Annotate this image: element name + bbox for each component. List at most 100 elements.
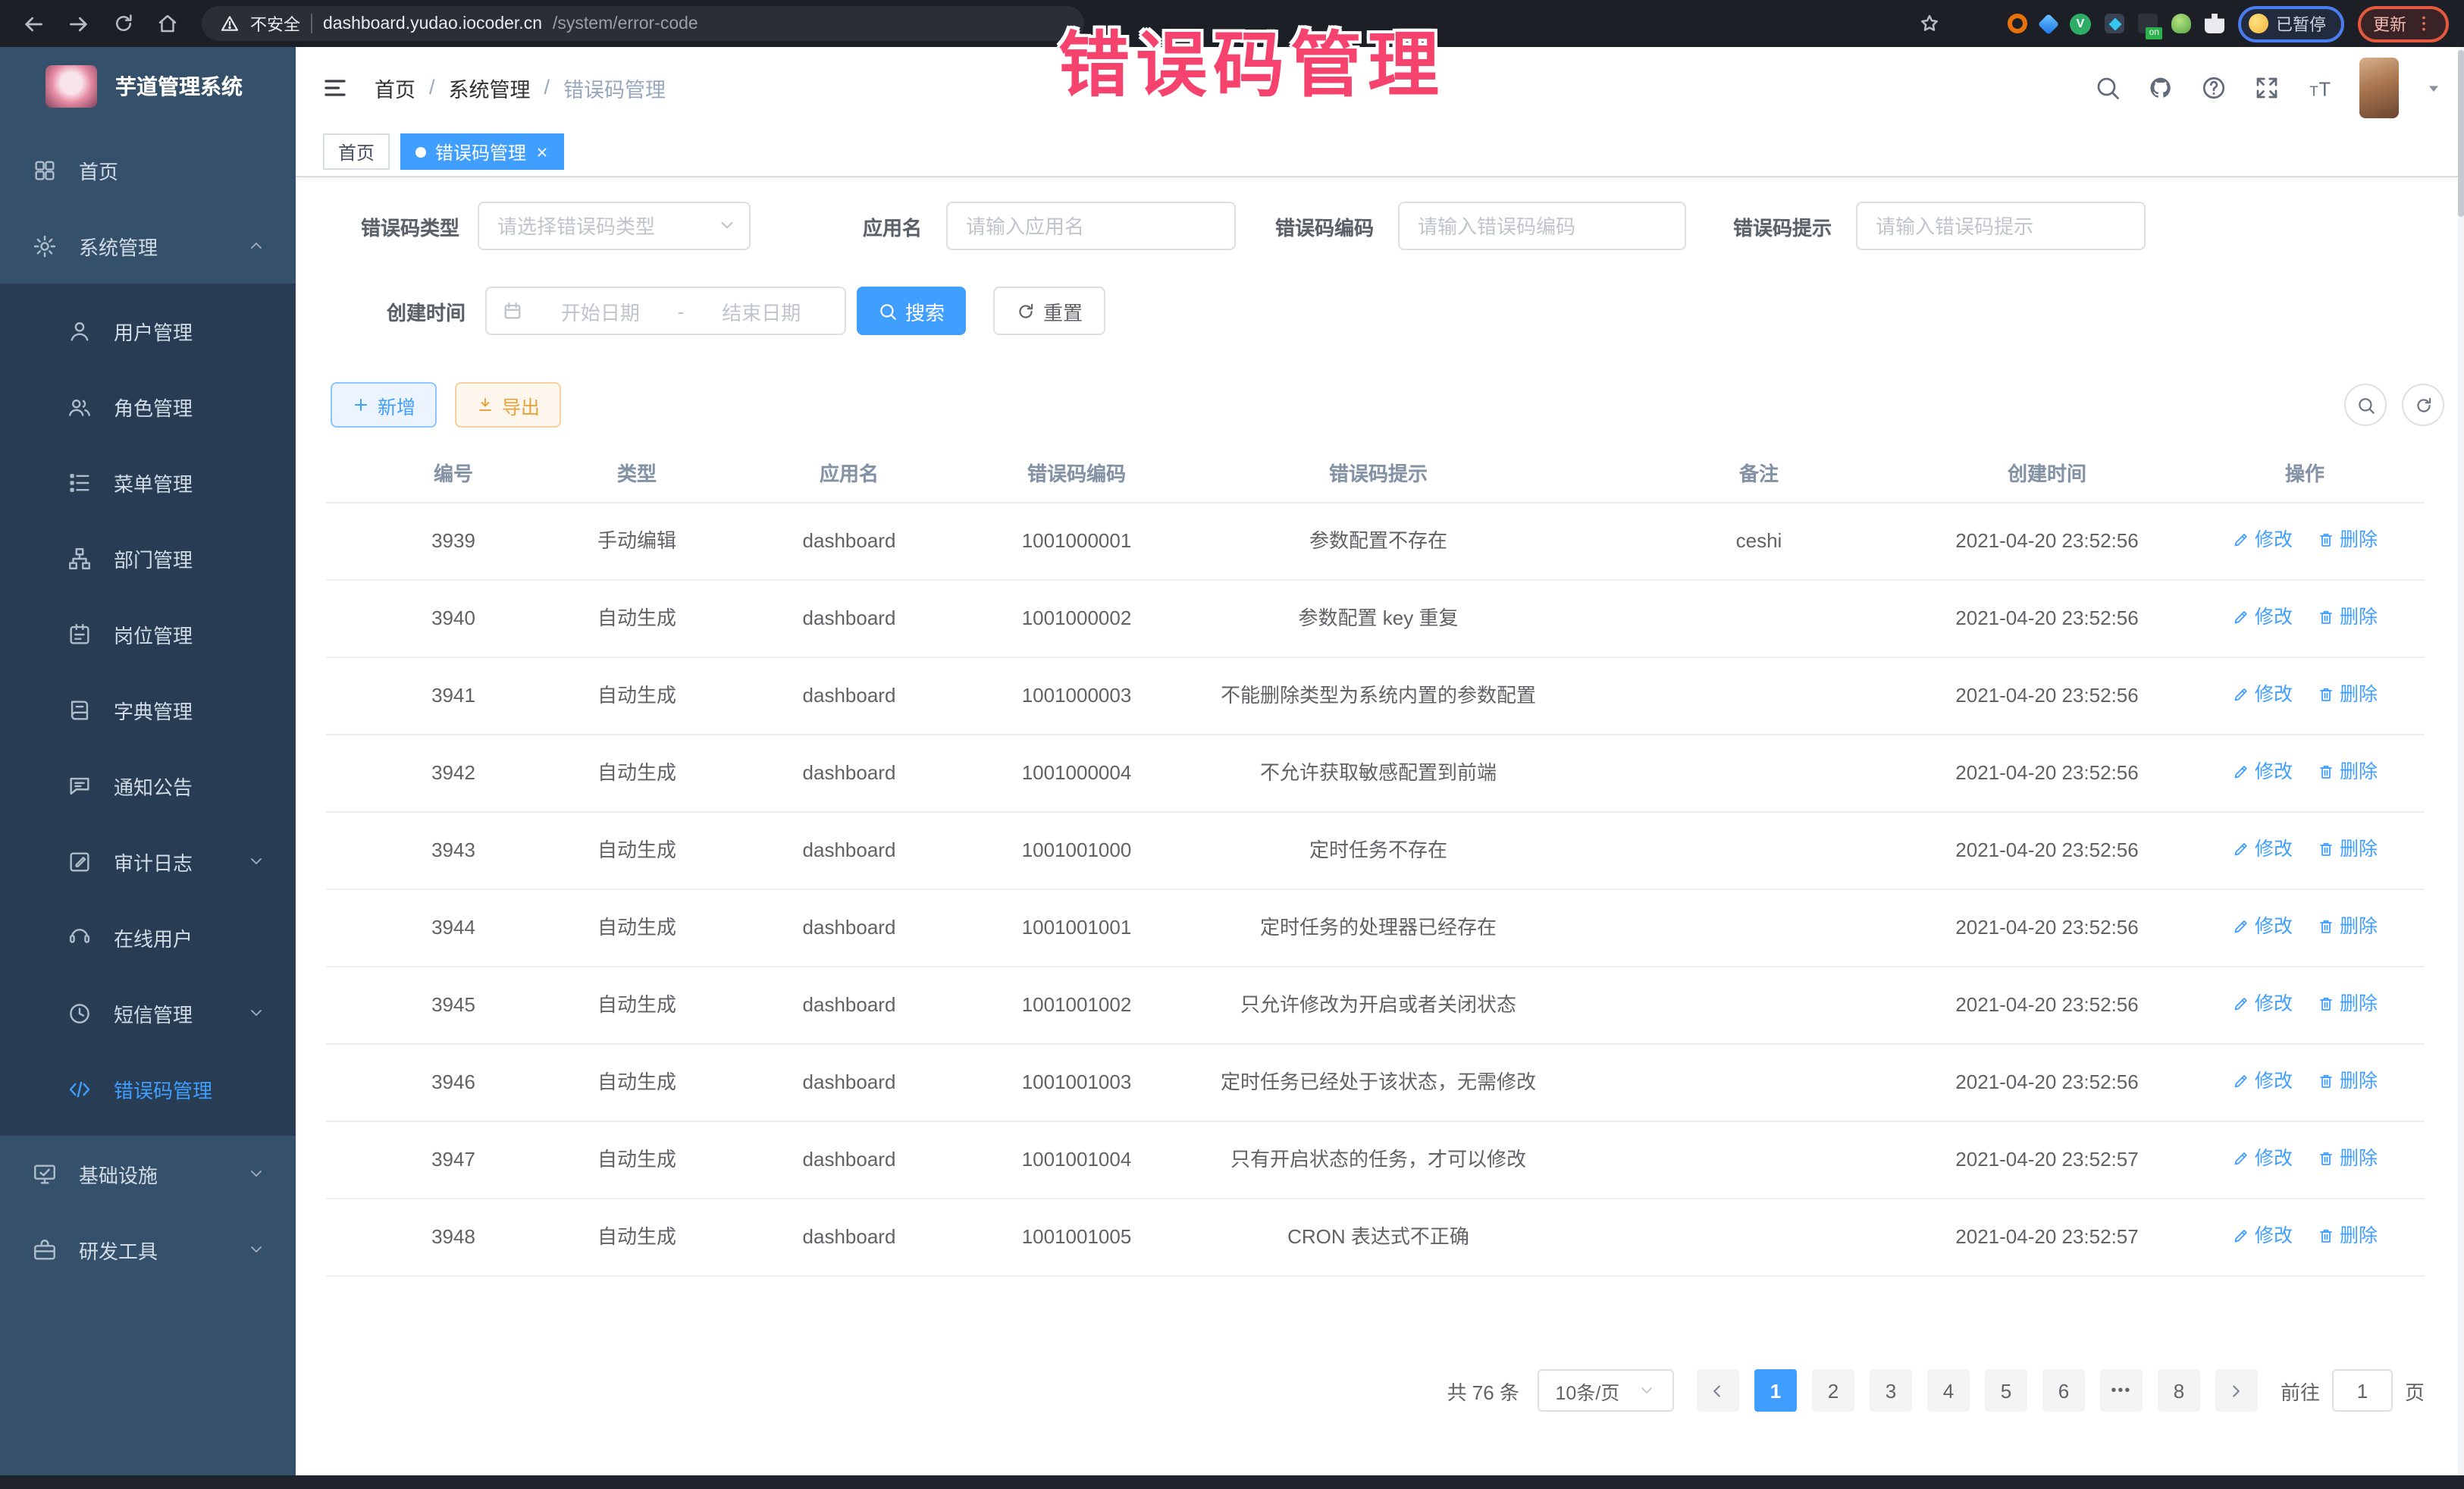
back-icon[interactable] (21, 11, 45, 36)
edit-link[interactable]: 修改 (2232, 986, 2293, 1020)
edit-link[interactable]: 修改 (2232, 909, 2293, 942)
edit-link[interactable]: 修改 (2232, 1141, 2293, 1174)
extension-grid-icon[interactable] (2105, 14, 2124, 33)
delete-link[interactable]: 删除 (2317, 1218, 2378, 1252)
extension-green-icon[interactable] (2171, 14, 2191, 33)
show-search-button[interactable] (2344, 384, 2387, 426)
question-icon[interactable] (2200, 74, 2227, 101)
cell-msg: 定时任务已经处于该状态，无需修改 (1148, 1043, 1609, 1121)
breadcrumb-item[interactable]: 系统管理 (449, 72, 531, 102)
search-button[interactable]: 搜索 (857, 287, 966, 335)
delete-link[interactable]: 删除 (2317, 1064, 2378, 1097)
page-button-5[interactable]: 5 (1985, 1369, 2027, 1412)
filter-code-input[interactable] (1398, 202, 1686, 250)
page-button-8[interactable]: 8 (2158, 1369, 2200, 1412)
edit-link[interactable]: 修改 (2232, 677, 2293, 710)
delete-link[interactable]: 删除 (2317, 832, 2378, 865)
delete-link[interactable]: 删除 (2317, 754, 2378, 788)
edit-link[interactable]: 修改 (2232, 522, 2293, 556)
edit-link[interactable]: 修改 (2232, 600, 2293, 633)
reset-button[interactable]: 重置 (993, 287, 1105, 335)
sidebar-item-角色管理[interactable]: 角色管理 (0, 368, 296, 444)
sidebar-item-字典管理[interactable]: 字典管理 (0, 672, 296, 748)
delete-link[interactable]: 删除 (2317, 522, 2378, 556)
github-icon[interactable] (2147, 74, 2174, 101)
extension-on-badge-icon[interactable] (2138, 14, 2158, 33)
sidebar-item-错误码管理[interactable]: 错误码管理 (0, 1051, 296, 1127)
filter-type-select[interactable] (478, 202, 751, 250)
edit-link[interactable]: 修改 (2232, 1064, 2293, 1097)
search-icon[interactable] (2094, 74, 2121, 101)
add-button[interactable]: 新增 (331, 382, 437, 428)
sidebar-item-基础设施[interactable]: 基础设施 (0, 1136, 296, 1212)
export-button[interactable]: 导出 (455, 382, 561, 428)
bookmark-star-icon[interactable] (1918, 12, 1941, 35)
browser-menu-dots-icon[interactable] (2414, 14, 2434, 33)
sidebar-item-系统管理[interactable]: 系统管理 (0, 208, 296, 284)
page-button-3[interactable]: 3 (1870, 1369, 1912, 1412)
app-logo[interactable]: 芋道管理系统 (0, 47, 296, 126)
tab-close-icon[interactable] (535, 145, 549, 158)
window-scrollbar-thumb[interactable] (2458, 50, 2464, 217)
breadcrumb-item: 错误码管理 (563, 72, 666, 102)
hamburger-icon[interactable] (321, 74, 349, 101)
date-start-placeholder[interactable]: 开始日期 (532, 296, 669, 325)
browser-home-icon[interactable] (156, 12, 179, 35)
delete-link[interactable]: 删除 (2317, 677, 2378, 710)
delete-link[interactable]: 删除 (2317, 1141, 2378, 1174)
avatar-caret-down-icon[interactable] (2425, 78, 2443, 96)
profile-paused-pill[interactable]: 已暂停 (2238, 5, 2344, 42)
filter-app-input[interactable] (946, 202, 1236, 250)
sidebar-item-在线用户[interactable]: 在线用户 (0, 899, 296, 975)
forward-icon[interactable] (67, 11, 91, 36)
filter-type-input[interactable] (478, 202, 751, 250)
sidebar-item-岗位管理[interactable]: 岗位管理 (0, 596, 296, 672)
edit-link[interactable]: 修改 (2232, 832, 2293, 865)
extension-orange-icon[interactable] (2008, 14, 2027, 33)
browser-update-button[interactable]: 更新 (2358, 5, 2449, 42)
tab-错误码管理[interactable]: 错误码管理 (400, 133, 564, 170)
trash-icon (2317, 1071, 2335, 1089)
sidebar-item-首页[interactable]: 首页 (0, 132, 296, 208)
sidebar-item-审计日志[interactable]: 审计日志 (0, 823, 296, 899)
page-button-4[interactable]: 4 (1927, 1369, 1970, 1412)
sidebar-item-部门管理[interactable]: 部门管理 (0, 520, 296, 596)
page-size-select[interactable]: 10条/页 (1538, 1369, 1674, 1412)
window-scrollbar[interactable] (2458, 47, 2464, 1489)
page-button-1[interactable]: 1 (1754, 1369, 1797, 1412)
page-ellipsis[interactable]: ••• (2100, 1369, 2143, 1412)
fullscreen-icon[interactable] (2253, 74, 2281, 101)
reload-icon[interactable] (112, 12, 135, 35)
sidebar-item-短信管理[interactable]: 短信管理 (0, 975, 296, 1051)
cell-id: 3940 (326, 579, 581, 657)
edit-link[interactable]: 修改 (2232, 1218, 2293, 1252)
sidebar-item-用户管理[interactable]: 用户管理 (0, 293, 296, 368)
extension-vue-devtools-icon[interactable]: V (2070, 13, 2091, 34)
address-bar[interactable]: 不安全 dashboard.yudao.iocoder.cn/system/er… (202, 6, 1084, 41)
user-avatar[interactable] (2359, 57, 2399, 118)
edit-link[interactable]: 修改 (2232, 754, 2293, 788)
tab-首页[interactable]: 首页 (323, 133, 390, 170)
filter-msg-input[interactable] (1856, 202, 2146, 250)
table-row: 3943自动生成dashboard1001001000定时任务不存在2021-0… (326, 811, 2425, 889)
page-button-6[interactable]: 6 (2042, 1369, 2085, 1412)
date-range-picker[interactable]: 开始日期 - 结束日期 (485, 287, 846, 335)
font-size-icon[interactable]: TT (2306, 74, 2334, 101)
refresh-table-button[interactable] (2402, 384, 2444, 426)
next-page-button[interactable] (2215, 1369, 2258, 1412)
sidebar-item-通知公告[interactable]: 通知公告 (0, 748, 296, 823)
date-end-placeholder[interactable]: 结束日期 (693, 296, 829, 325)
extensions-puzzle-icon[interactable] (2205, 14, 2224, 33)
prev-page-button[interactable] (1697, 1369, 1739, 1412)
delete-link[interactable]: 删除 (2317, 909, 2378, 942)
sidebar-item-研发工具[interactable]: 研发工具 (0, 1212, 296, 1287)
goto-page-input[interactable] (2332, 1369, 2393, 1412)
delete-link[interactable]: 删除 (2317, 986, 2378, 1020)
extension-gem-icon[interactable] (2038, 13, 2059, 34)
sidebar-item-菜单管理[interactable]: 菜单管理 (0, 444, 296, 520)
delete-link[interactable]: 删除 (2317, 600, 2378, 633)
security-label[interactable]: 不安全 (250, 11, 300, 36)
breadcrumb-item[interactable]: 首页 (375, 72, 415, 102)
edit-link-label: 修改 (2255, 754, 2293, 788)
page-button-2[interactable]: 2 (1812, 1369, 1854, 1412)
